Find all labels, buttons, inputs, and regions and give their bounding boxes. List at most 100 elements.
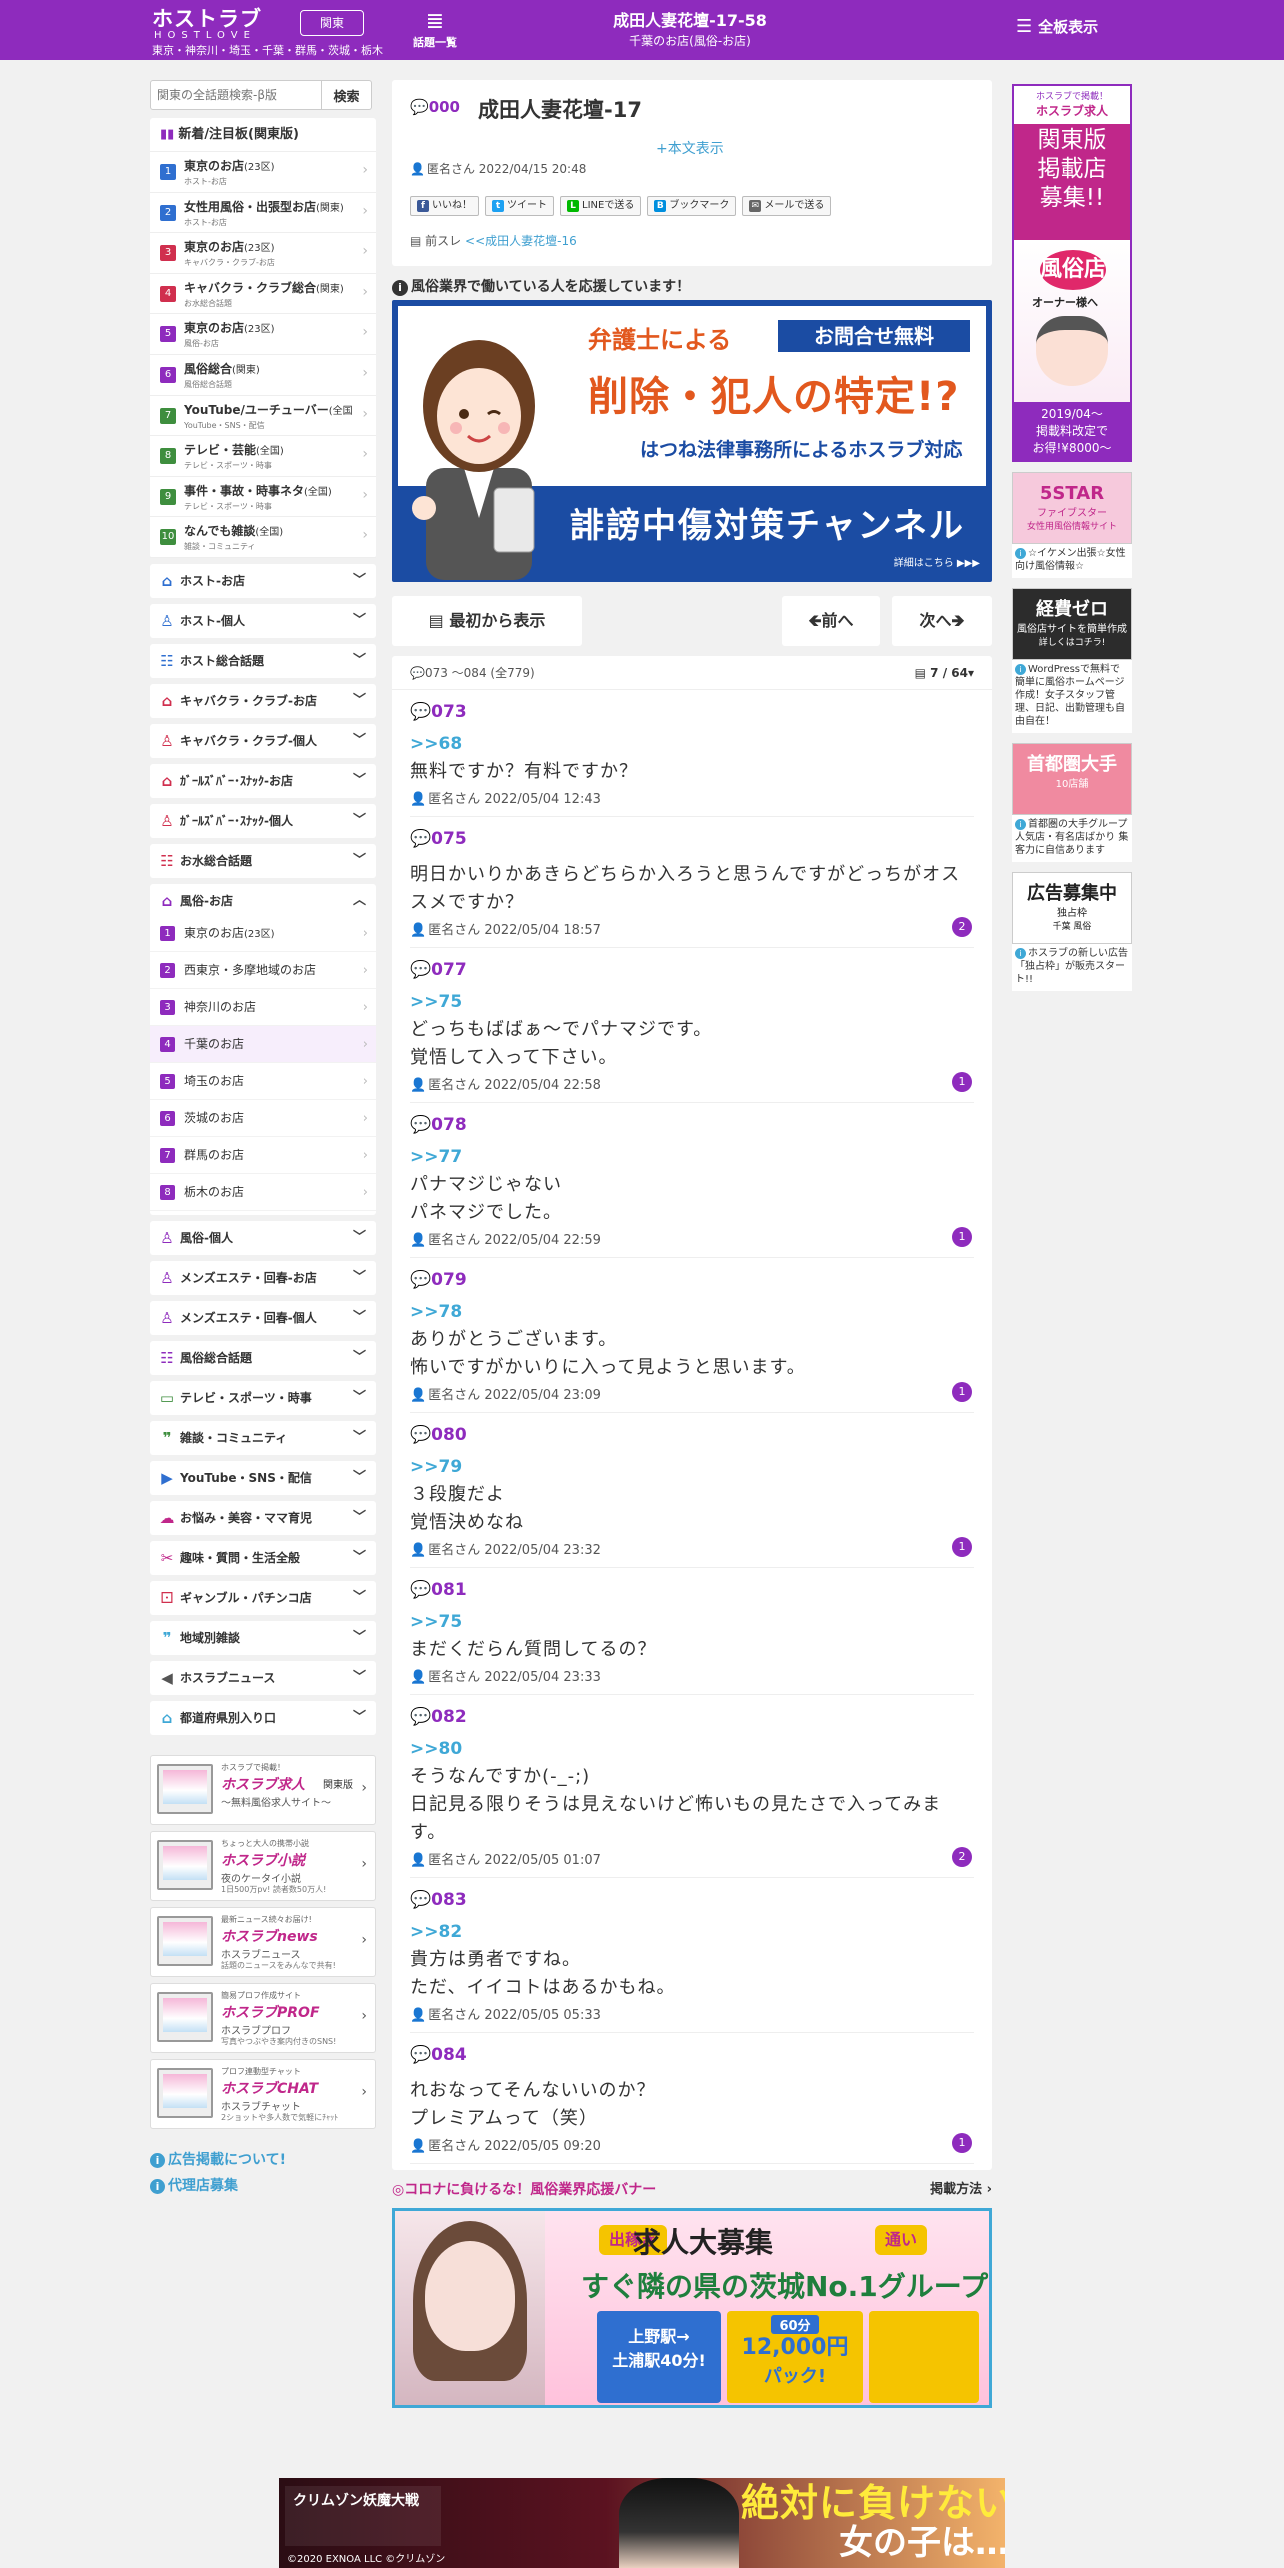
category-item[interactable]: ▶ YouTube・SNS・配信 ﹀ [150, 1460, 376, 1495]
sub-board-item[interactable]: 8 栃木のお店 › [150, 1174, 376, 1211]
post-method-link[interactable]: 掲載方法 › [930, 2176, 992, 2204]
sub-board-item[interactable]: 6 茨城のお店 › [150, 1100, 376, 1137]
board-item[interactable]: 7YouTube/ユーチューバー(全国)YouTube・SNS・配信› [150, 396, 376, 437]
share-button[interactable]: B ブックマーク [647, 196, 737, 216]
board-item[interactable]: 10 なんでも雑談(全国) 雑談・コミュニティ › [150, 517, 376, 558]
recruit-ad-big[interactable]: ホスラブで掲載！ ホスラブ求人 関東版 掲載店 募集!! 風俗店 オーナー様へ 2… [1012, 84, 1132, 462]
post-number[interactable]: 💬073 [410, 700, 974, 724]
reply-anchor-link[interactable]: >>82 [410, 1918, 974, 1946]
category-item[interactable]: ⌂ ホスト-お店 ﹀ [150, 563, 376, 598]
service-promo[interactable]: ホスラブで掲載！ ホスラブ求人 関東版 ～無料風俗求人サイト～ › [150, 1754, 376, 1825]
reply-count-badge[interactable]: 2 [952, 1847, 972, 1867]
category-item[interactable]: ♙ キャバクラ・クラブ-個人 ﹀ [150, 723, 376, 758]
share-button[interactable]: L LINEで送る [560, 196, 642, 216]
reply-anchor-link[interactable]: >>77 [410, 1143, 974, 1171]
board-item[interactable]: 6 風俗総合(関東) 風俗総合話題 › [150, 355, 376, 396]
board-item[interactable]: 5 東京のお店(23区) 風俗-お店 › [150, 314, 376, 355]
sub-board-label: 神奈川のお店 [184, 999, 257, 1014]
previous-thread-link[interactable]: <<成田人妻花壇-16 [465, 234, 577, 248]
small-ad[interactable]: 5STAR ファイブスター 女性用風俗情報サイト i ☆イケメン出張☆女性向け風俗情報☆ [1012, 472, 1132, 578]
next-page-button[interactable]: 次へ🡺 [892, 596, 992, 646]
sub-board-item[interactable]: 7 群馬のお店 › [150, 1137, 376, 1174]
category-item[interactable]: ▭ テレビ・スポーツ・時事 ﹀ [150, 1380, 376, 1415]
board-item[interactable]: 2 女性用風俗・出張型お店(関東) ホスト-お店 › [150, 193, 376, 234]
page-selector[interactable]: ▤ 7 / 64▾ [915, 656, 974, 690]
category-item[interactable]: ♙ メンズエステ・回春-お店 ﹀ [150, 1260, 376, 1295]
category-item[interactable]: ❞ 雑談・コミュニティ ﹀ [150, 1420, 376, 1455]
reply-anchor-link[interactable]: >>75 [410, 1608, 974, 1636]
all-boards-button[interactable]: ☰ 全板表示 [1016, 16, 1098, 37]
region-button[interactable]: 関東 [300, 10, 364, 36]
site-logo[interactable]: ホストラブ HOSTLOVE [152, 8, 262, 41]
reply-anchor-link[interactable]: >>78 [410, 1298, 974, 1326]
category-item[interactable]: ❞ 地域別雑談 ﹀ [150, 1620, 376, 1655]
post-number[interactable]: 💬083 [410, 1888, 974, 1912]
category-item[interactable]: ⌂ ｶﾞｰﾙｽﾞﾊﾞｰ･ｽﾅｯｸ-お店 ﹀ [150, 763, 376, 798]
category-item[interactable]: ◀ ホスラブニュース ﹀ [150, 1660, 376, 1695]
small-ad[interactable]: 経費ゼロ 風俗店サイトを簡単作成 詳しくはコチラ! i WordPressで無料で簡単に… [1012, 588, 1132, 733]
ad-info-link[interactable]: i 広告掲載について! [150, 2147, 376, 2173]
search-button[interactable]: 検索 [322, 80, 372, 110]
topics-list-button[interactable]: ≣ 話題一覧 [405, 8, 465, 50]
category-item[interactable]: ♙ ホスト-個人 ﹀ [150, 603, 376, 638]
sub-board-item[interactable]: 2 西東京・多摩地域のお店 › [150, 952, 376, 989]
recruit-banner[interactable]: 出稼ぎ 求人大募集 通い すぐ隣の県の茨城No.1グループ 上野駅→ 土浦駅40… [392, 2208, 992, 2408]
post-number[interactable]: 💬075 [410, 827, 974, 851]
share-button[interactable]: ✉ メールで送る [742, 196, 832, 216]
search-input[interactable] [150, 80, 322, 110]
reply-count-badge[interactable]: 1 [952, 1227, 972, 1247]
service-promo[interactable]: 簡易プロフ作成サイト ホスラブPROF ホスラブプロフ 写真やつぶやき案内付きのSNS… [150, 1982, 376, 2053]
share-button[interactable]: t ツイート [485, 196, 554, 216]
agency-link[interactable]: i 代理店募集 [150, 2173, 376, 2199]
show-body-link[interactable]: +本文表示 [656, 138, 724, 158]
reply-count-badge[interactable]: 1 [952, 2133, 972, 2153]
bottom-game-banner[interactable]: クリムゾン妖魔大戦 ©2020 EXNOA LLC ©クリムゾン 絶対に負けない… [279, 2478, 1005, 2568]
service-promo[interactable]: ちょっと大人の携帯小説 ホスラブ小説 夜のケータイ小説 1日500万pv! 読者数50… [150, 1830, 376, 1901]
share-button[interactable]: f いいね！ [410, 196, 479, 216]
service-promo[interactable]: 最新ニュース続々お届け! ホスラブnews ホスラブニュース 話題のニュースをみんなで… [150, 1906, 376, 1977]
first-post-number[interactable]: 💬000 [410, 98, 460, 116]
category-item[interactable]: ♙ 風俗-個人 ﹀ [150, 1220, 376, 1255]
post-number[interactable]: 💬079 [410, 1268, 974, 1292]
reply-count-badge[interactable]: 1 [952, 1382, 972, 1402]
prev-page-button[interactable]: 🡸前へ [782, 596, 880, 646]
post-number[interactable]: 💬078 [410, 1113, 974, 1137]
reply-count-badge[interactable]: 2 [952, 917, 972, 937]
board-item[interactable]: 8 テレビ・芸能(全国) テレビ・スポーツ・時事 › [150, 436, 376, 477]
category-item[interactable]: ☷ 風俗総合話題 ﹀ [150, 1340, 376, 1375]
sub-board-item[interactable]: 4 千葉のお店 › [150, 1025, 376, 1063]
category-item[interactable]: ♙ ｶﾞｰﾙｽﾞﾊﾞｰ･ｽﾅｯｸ-個人 ﹀ [150, 803, 376, 838]
category-item[interactable]: ☁ お悩み・美容・ママ育児 ﹀ [150, 1500, 376, 1535]
small-ad[interactable]: 首都圏大手 10店舗 i 首都圏の大手グループ 人気店・有名店ばかり 集客力に自信あり… [1012, 743, 1132, 862]
board-item[interactable]: 3 東京のお店(23区) キャバクラ・クラブ-お店 › [150, 233, 376, 274]
category-item[interactable]: ⌂ 都道府県別入り口 ﹀ [150, 1700, 376, 1735]
post-number[interactable]: 💬080 [410, 1423, 974, 1447]
post-number[interactable]: 💬077 [410, 958, 974, 982]
service-promo[interactable]: プロフ連動型チャット ホスラブCHAT ホスラブチャット 2ショットや多人数で気軽にﾁ… [150, 2058, 376, 2129]
category-item[interactable]: ⌂ キャバクラ・クラブ-お店 ﹀ [150, 683, 376, 718]
post-number[interactable]: 💬084 [410, 2043, 974, 2067]
category-item[interactable]: ☷ ホスト総合話題 ﹀ [150, 643, 376, 678]
post-number[interactable]: 💬082 [410, 1705, 974, 1729]
sub-board-item[interactable]: 5 埼玉のお店 › [150, 1063, 376, 1100]
sub-board-item[interactable]: 3 神奈川のお店 › [150, 989, 376, 1026]
reply-count-badge[interactable]: 1 [952, 1072, 972, 1092]
board-item[interactable]: 9 事件・事故・時事ネタ(全国) テレビ・スポーツ・時事 › [150, 477, 376, 518]
reply-anchor-link[interactable]: >>68 [410, 730, 974, 758]
category-fuzoku-shop[interactable]: ⌂ 風俗-お店 ︿ [150, 883, 376, 918]
reply-anchor-link[interactable]: >>75 [410, 988, 974, 1016]
board-item[interactable]: 1 東京のお店(23区) ホスト-お店 › [150, 152, 376, 193]
small-ad[interactable]: 広告募集中 独占枠 千葉 風俗 i ホスラブの新しい広告「独占枠」が販売スタート!! [1012, 872, 1132, 991]
reply-anchor-link[interactable]: >>79 [410, 1453, 974, 1481]
category-item[interactable]: ⚀ ギャンブル・パチンコ店 ﹀ [150, 1580, 376, 1615]
reply-count-badge[interactable]: 1 [952, 1537, 972, 1557]
category-item[interactable]: ☷ お水総合話題 ﹀ [150, 843, 376, 878]
board-item[interactable]: 4 キャバクラ・クラブ総合(関東) お水総合話題 › [150, 274, 376, 315]
reply-anchor-link[interactable]: >>80 [410, 1735, 974, 1763]
category-item[interactable]: ✂ 趣味・質問・生活全般 ﹀ [150, 1540, 376, 1575]
show-from-start-button[interactable]: ▤ 最初から表示 [392, 596, 582, 646]
sub-board-item[interactable]: 1 東京のお店(23区) › [150, 915, 376, 952]
lawyer-banner[interactable]: 弁護士による お問合せ無料 削除・犯人の特定!? はつね法律事務所によるホスラブ… [392, 300, 992, 582]
category-item[interactable]: ♙ メンズエステ・回春-個人 ﹀ [150, 1300, 376, 1335]
post-number[interactable]: 💬081 [410, 1578, 974, 1602]
